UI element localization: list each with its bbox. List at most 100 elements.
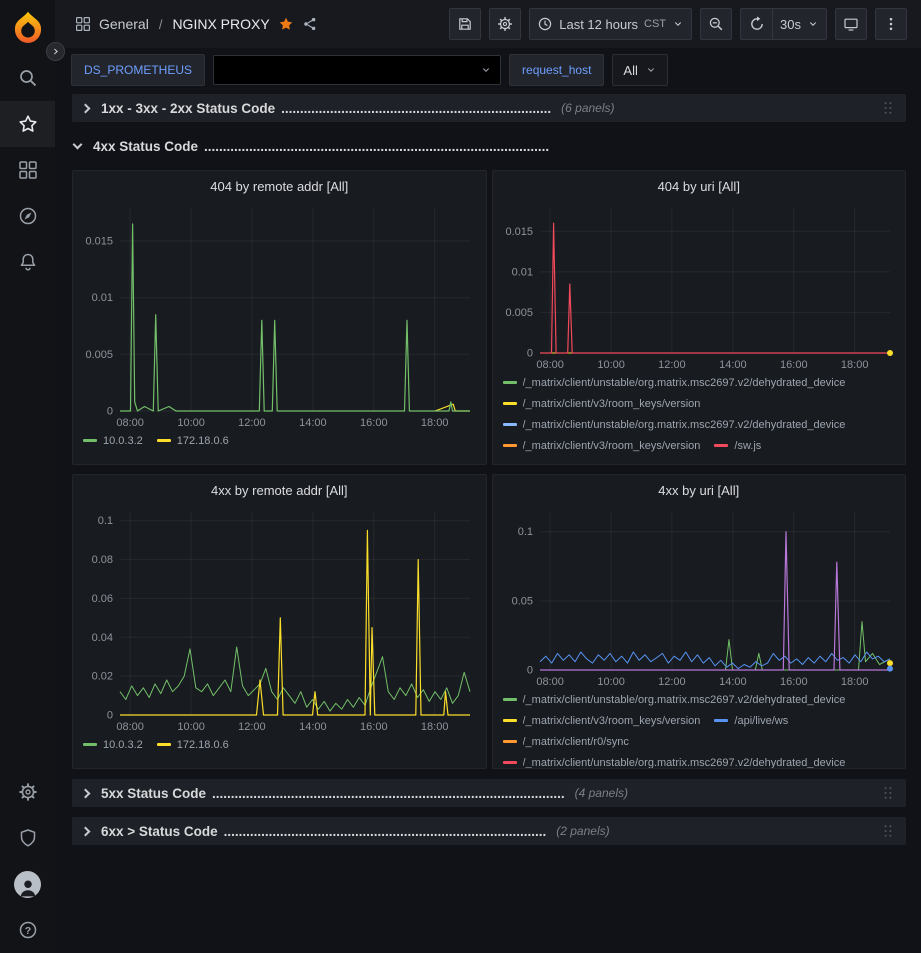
series-color-swatch bbox=[503, 740, 517, 743]
kebab-menu-icon bbox=[883, 16, 899, 32]
sidebar-item-starred[interactable] bbox=[0, 101, 55, 147]
gear-icon bbox=[497, 16, 513, 32]
request-host-value: All bbox=[623, 63, 637, 78]
series-label: /_matrix/client/v3/room_keys/version bbox=[523, 715, 701, 727]
sidebar-item-server-admin[interactable] bbox=[0, 815, 55, 861]
row-drag-handle-icon[interactable] bbox=[880, 784, 896, 802]
sidebar-item-search[interactable] bbox=[0, 55, 55, 101]
sidebar-item-configuration[interactable] bbox=[0, 769, 55, 815]
legend-item[interactable]: /api/live/ws bbox=[714, 713, 788, 728]
svg-text:16:00: 16:00 bbox=[780, 359, 808, 371]
sidebar-item-dashboards[interactable] bbox=[0, 147, 55, 193]
chevron-down-icon bbox=[480, 64, 492, 76]
save-dashboard-button[interactable] bbox=[449, 8, 481, 40]
series-label: 172.18.0.6 bbox=[177, 435, 229, 447]
panel-title[interactable]: 4xx by uri [All] bbox=[493, 481, 906, 503]
search-icon bbox=[18, 68, 38, 88]
series-label: /sw.js bbox=[734, 440, 761, 452]
share-icon[interactable] bbox=[302, 16, 318, 32]
svg-text:0: 0 bbox=[527, 348, 533, 360]
row-drag-handle-icon[interactable] bbox=[880, 822, 896, 840]
legend-item[interactable]: 172.18.0.6 bbox=[157, 433, 229, 448]
datasource-variable-select[interactable] bbox=[213, 55, 501, 85]
legend-item[interactable]: /_matrix/client/r0/sync bbox=[503, 734, 629, 749]
panel-404-by-uri: 404 by uri [All] 0.0150.010.005008:0010:… bbox=[492, 170, 907, 465]
legend-item[interactable]: 10.0.3.2 bbox=[83, 737, 143, 752]
series-label: 172.18.0.6 bbox=[177, 739, 229, 751]
time-range-picker[interactable]: Last 12 hours CST bbox=[529, 8, 692, 40]
timeseries-chart[interactable]: 0.0150.010.005008:0010:0012:0014:0016:00… bbox=[500, 201, 898, 373]
legend-item[interactable]: 172.18.0.6 bbox=[157, 737, 229, 752]
chevron-down-icon bbox=[645, 64, 657, 76]
dashboard-row-4xx[interactable]: 4xx Status Code ........................… bbox=[72, 132, 906, 160]
dashboard-row-1xx-3xx-2xx[interactable]: 1xx - 3xx - 2xx Status Code ............… bbox=[72, 94, 906, 122]
series-label: 10.0.3.2 bbox=[103, 435, 143, 447]
legend-item[interactable]: /_matrix/client/unstable/org.matrix.msc2… bbox=[503, 375, 846, 390]
panel-legend: /_matrix/client/unstable/org.matrix.msc2… bbox=[493, 373, 906, 464]
row-title: 1xx - 3xx - 2xx Status Code bbox=[101, 101, 275, 116]
timeseries-chart[interactable]: 0.0150.010.005008:0010:0012:0014:0016:00… bbox=[80, 201, 478, 431]
datasource-variable-label[interactable]: DS_PROMETHEUS bbox=[71, 54, 205, 86]
sidebar-item-explore[interactable] bbox=[0, 193, 55, 239]
panel-title[interactable]: 4xx by remote addr [All] bbox=[73, 481, 486, 503]
sidebar-item-profile[interactable] bbox=[0, 861, 55, 907]
svg-text:10:00: 10:00 bbox=[178, 417, 206, 429]
dashboard-settings-button[interactable] bbox=[489, 8, 521, 40]
svg-text:0.1: 0.1 bbox=[517, 526, 532, 538]
svg-text:10:00: 10:00 bbox=[597, 359, 625, 371]
legend-item[interactable]: /_matrix/client/unstable/org.matrix.msc2… bbox=[503, 692, 846, 707]
svg-text:10:00: 10:00 bbox=[597, 676, 625, 688]
chevron-right-icon bbox=[50, 46, 61, 57]
sidebar-item-help[interactable] bbox=[0, 907, 55, 953]
kiosk-mode-button[interactable] bbox=[835, 8, 867, 40]
more-options-button[interactable] bbox=[875, 8, 907, 40]
legend-item[interactable]: /_matrix/client/unstable/org.matrix.msc2… bbox=[503, 417, 846, 432]
svg-text:12:00: 12:00 bbox=[658, 676, 686, 688]
breadcrumb-section[interactable]: General bbox=[99, 16, 149, 32]
dashboard-title: NGINX PROXY bbox=[172, 16, 269, 32]
legend-item[interactable]: /_matrix/client/v3/room_keys/version bbox=[503, 713, 701, 728]
request-host-variable-label[interactable]: request_host bbox=[509, 54, 604, 86]
svg-text:12:00: 12:00 bbox=[238, 721, 266, 733]
dashboard-row-6xx[interactable]: 6xx > Status Code ......................… bbox=[72, 817, 906, 845]
gear-icon bbox=[18, 782, 38, 802]
svg-text:0.02: 0.02 bbox=[92, 671, 113, 683]
sidebar-item-alerting[interactable] bbox=[0, 239, 55, 285]
compass-icon bbox=[18, 206, 38, 226]
panel-legend: /_matrix/client/unstable/org.matrix.msc2… bbox=[493, 690, 906, 768]
timeseries-chart[interactable]: 0.10.080.060.040.02008:0010:0012:0014:00… bbox=[80, 505, 478, 735]
svg-text:16:00: 16:00 bbox=[780, 676, 808, 688]
legend-item[interactable]: /_matrix/client/v3/room_keys/version bbox=[503, 396, 701, 411]
refresh-interval-picker[interactable]: 30s bbox=[772, 8, 827, 40]
refresh-interval-label: 30s bbox=[780, 17, 801, 32]
timeseries-chart[interactable]: 0.10.05008:0010:0012:0014:0016:0018:00 bbox=[500, 505, 898, 690]
favorite-star-icon[interactable] bbox=[278, 16, 294, 32]
panel-title[interactable]: 404 by remote addr [All] bbox=[73, 177, 486, 199]
svg-text:18:00: 18:00 bbox=[841, 359, 869, 371]
refresh-button[interactable] bbox=[740, 8, 772, 40]
series-label: /_matrix/client/unstable/org.matrix.msc2… bbox=[523, 377, 846, 389]
svg-text:16:00: 16:00 bbox=[360, 721, 388, 733]
request-host-variable-select[interactable]: All bbox=[612, 54, 667, 86]
svg-text:08:00: 08:00 bbox=[536, 676, 564, 688]
zoom-out-time-button[interactable] bbox=[700, 8, 732, 40]
legend-item[interactable]: /_matrix/client/unstable/org.matrix.msc2… bbox=[503, 755, 846, 768]
monitor-icon bbox=[843, 16, 859, 32]
series-color-swatch bbox=[503, 402, 517, 405]
sidebar-expand-button[interactable] bbox=[46, 42, 65, 61]
svg-text:08:00: 08:00 bbox=[536, 359, 564, 371]
panel-title[interactable]: 404 by uri [All] bbox=[493, 177, 906, 199]
help-icon bbox=[18, 920, 38, 940]
svg-text:18:00: 18:00 bbox=[841, 676, 869, 688]
svg-text:14:00: 14:00 bbox=[719, 676, 747, 688]
panel-404-by-remote-addr: 404 by remote addr [All] 0.0150.010.0050… bbox=[72, 170, 487, 465]
legend-item[interactable]: 10.0.3.2 bbox=[83, 433, 143, 448]
svg-text:0.05: 0.05 bbox=[511, 595, 532, 607]
series-color-swatch bbox=[714, 719, 728, 722]
dashboard-row-5xx[interactable]: 5xx Status Code ........................… bbox=[72, 779, 906, 807]
row-drag-handle-icon[interactable] bbox=[880, 99, 896, 117]
person-icon bbox=[17, 876, 39, 898]
svg-text:0.005: 0.005 bbox=[86, 349, 114, 361]
legend-item[interactable]: /sw.js bbox=[714, 438, 761, 453]
legend-item[interactable]: /_matrix/client/v3/room_keys/version bbox=[503, 438, 701, 453]
